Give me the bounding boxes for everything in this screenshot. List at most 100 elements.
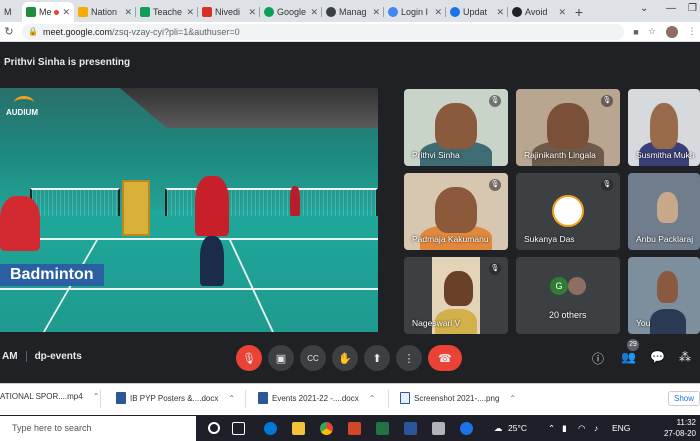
new-tab-button[interactable]: + (570, 2, 588, 22)
participant-tile[interactable]: 🎙 Sukanya Das (516, 173, 620, 250)
profile-avatar[interactable] (666, 25, 678, 38)
tab-nivedi[interactable]: Nivedi ✕ (198, 2, 260, 22)
participant-tile[interactable]: Anbu Packlaraj (628, 173, 700, 250)
calculator-icon[interactable] (432, 422, 445, 435)
tray-chevron-icon[interactable]: ⌃ (548, 423, 555, 434)
meeting-details: AM dp-events (2, 351, 82, 362)
tab-google[interactable]: Google ✕ (260, 2, 322, 22)
participant-tile[interactable]: 🎙 Rajinikanth Lingala (516, 89, 620, 166)
tab-title: Me (39, 7, 52, 17)
download-item[interactable]: ATIONAL SPOR....mp4 ⌃ (0, 392, 99, 401)
participant-tile[interactable]: Susmitha Mukh (628, 89, 700, 166)
help-icon[interactable] (460, 422, 473, 435)
participant-tile[interactable]: 🎙 Nageswari V (404, 257, 508, 334)
tab-pinned[interactable]: M (0, 2, 22, 22)
activities-icon[interactable]: ⁂ (679, 350, 691, 364)
reload-icon[interactable]: ↻ (0, 25, 18, 38)
clock-date: 27-08-20 (663, 429, 696, 438)
microphone-button[interactable]: 🎙 (236, 345, 262, 371)
hand-icon: ✋ (338, 352, 352, 365)
participant-name: Anbu Packlaraj (636, 234, 694, 244)
word-icon[interactable] (404, 422, 417, 435)
tab-manage[interactable]: Manag ✕ (322, 2, 384, 22)
chevron-up-icon[interactable]: ⌃ (509, 394, 516, 403)
more-vert-icon: ⋮ (403, 352, 415, 365)
chevron-up-icon[interactable]: ⌃ (93, 392, 100, 401)
google-favicon-icon (388, 7, 398, 17)
taskbar-clock[interactable]: 11:32 27-08-20 (640, 417, 696, 439)
weather-icon[interactable]: ☁ (494, 423, 503, 434)
tab-update[interactable]: Updat ✕ (446, 2, 508, 22)
close-tab-icon[interactable]: ✕ (62, 7, 70, 18)
meeting-info-icon[interactable]: ⓘ (592, 350, 604, 367)
lock-icon[interactable]: 🔒 (28, 27, 38, 36)
captions-button[interactable]: CC (300, 345, 326, 371)
taskbar-search-box[interactable]: Type here to search (0, 416, 196, 441)
close-tab-icon[interactable]: ✕ (372, 7, 380, 18)
temperature-readout[interactable]: 25°C (508, 423, 527, 433)
minimize-icon[interactable]: — (666, 3, 676, 14)
cortana-icon[interactable] (208, 422, 220, 434)
participant-name: 20 others (549, 310, 587, 320)
muted-mic-icon: 🎙 (489, 95, 501, 107)
camera-button[interactable]: ▣ (268, 345, 294, 371)
others-avatar: G (550, 277, 568, 295)
camera-permission-icon[interactable]: ■ (628, 27, 644, 37)
download-item[interactable]: IB PYP Posters &....docx ⌃ (116, 392, 235, 404)
chevron-up-icon[interactable]: ⌃ (228, 394, 235, 403)
omnibox[interactable]: 🔒 meet.google.com/zsq-vzay-cyi?pli=1&aut… (22, 23, 624, 40)
maximize-icon[interactable]: ❐ (688, 3, 697, 14)
browser-menu-icon[interactable]: ⋮ (684, 26, 700, 37)
close-tab-icon[interactable]: ✕ (310, 7, 318, 18)
people-icon[interactable]: 👥 (621, 350, 636, 364)
bookmark-star-icon[interactable]: ☆ (644, 26, 660, 37)
slide-caption: Badminton (0, 264, 104, 286)
show-all-downloads-button[interactable]: Show (667, 391, 700, 406)
language-indicator[interactable]: ENG (612, 423, 630, 433)
powerpoint-icon[interactable] (348, 422, 361, 435)
chat-icon[interactable]: 💬 (650, 350, 665, 364)
close-tab-icon[interactable]: ✕ (248, 7, 256, 18)
url-path: /zsq-vzay-cyi?pli=1&authuser=0 (112, 26, 240, 37)
tab-avoid[interactable]: Avoid ✕ (508, 2, 570, 22)
close-tab-icon[interactable]: ✕ (496, 7, 504, 18)
task-view-icon[interactable] (232, 422, 245, 435)
network-icon[interactable]: ▮ (562, 423, 567, 434)
participant-tile[interactable]: 🎙 Padmaja Kakumanu (404, 173, 508, 250)
leave-call-button[interactable]: ☎ (428, 345, 462, 371)
chevron-up-icon[interactable]: ⌃ (369, 394, 376, 403)
tab-search-icon[interactable]: ⌄ (640, 3, 648, 14)
wifi-icon[interactable]: ◠ (578, 423, 585, 434)
site-favicon-icon (512, 7, 522, 17)
tab-meet[interactable]: Me ✕ (22, 2, 74, 22)
download-item[interactable]: Events 2021-22 -....docx ⌃ (258, 392, 375, 404)
player-figure (195, 176, 229, 236)
participant-tile-self[interactable]: You (628, 257, 700, 334)
participant-name: You (636, 318, 651, 328)
download-item[interactable]: Screenshot 2021-....png ⌃ (400, 392, 516, 404)
volume-icon[interactable]: ♪ (594, 423, 598, 433)
close-tab-icon[interactable]: ✕ (124, 7, 132, 18)
present-now-button[interactable]: ⬆ (364, 345, 390, 371)
tab-title: Google (277, 7, 307, 17)
tab-title: Avoid (525, 7, 548, 17)
drive-favicon-icon (78, 7, 88, 17)
tab-teacher[interactable]: Teache ✕ (136, 2, 198, 22)
edge-icon[interactable] (264, 422, 277, 435)
participant-tile-others[interactable]: G 20 others (516, 257, 620, 334)
close-tab-icon[interactable]: ✕ (558, 7, 566, 18)
raise-hand-button[interactable]: ✋ (332, 345, 358, 371)
participant-tile[interactable]: 🎙 Prithvi Sinha (404, 89, 508, 166)
excel-icon[interactable] (376, 422, 389, 435)
tab-login[interactable]: Login I ✕ (384, 2, 446, 22)
muted-mic-icon: 🎙 (489, 179, 501, 191)
participant-name: Padmaja Kakumanu (412, 234, 489, 244)
tab-nation[interactable]: Nation ✕ (74, 2, 136, 22)
close-tab-icon[interactable]: ✕ (186, 7, 194, 18)
file-explorer-icon[interactable] (292, 422, 305, 435)
badminton-net (30, 188, 120, 216)
umpire-stand (122, 180, 150, 236)
chrome-icon[interactable] (320, 422, 333, 435)
close-tab-icon[interactable]: ✕ (434, 7, 442, 18)
more-options-button[interactable]: ⋮ (396, 345, 422, 371)
